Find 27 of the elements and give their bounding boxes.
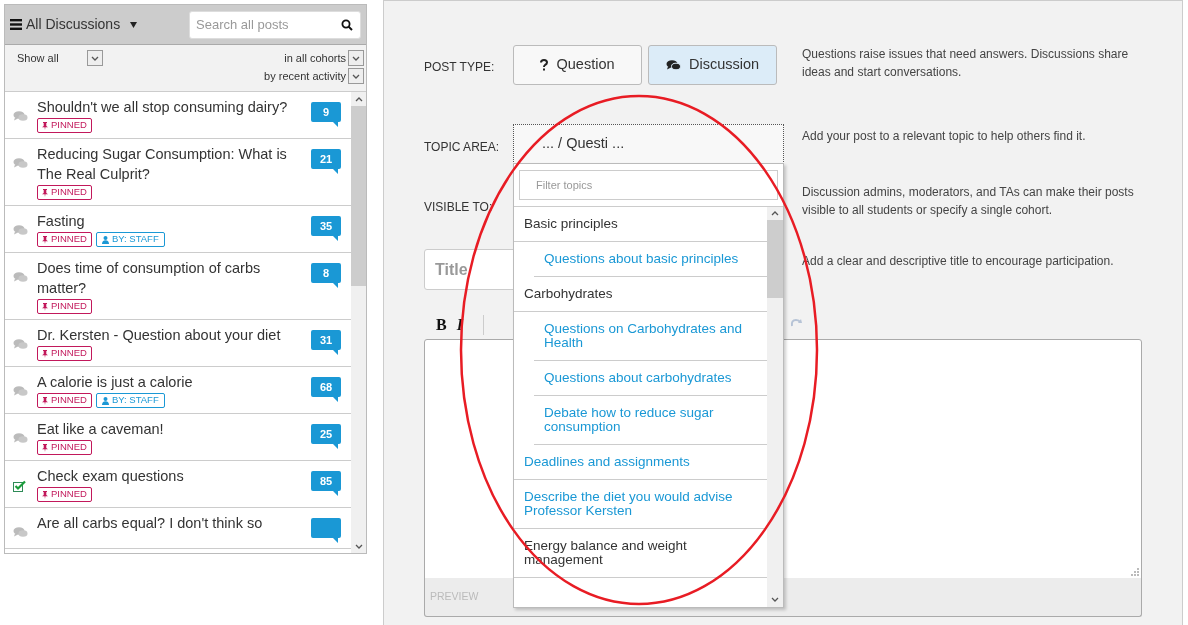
pinned-tag: PINNED	[37, 185, 92, 200]
comment-count-badge: 8	[311, 263, 341, 288]
filter-label: by recent activity	[264, 69, 346, 84]
help-text: Questions raise issues that need answers. Discussions share ideas and start conversations.	[802, 46, 1130, 81]
pinned-tag: PINNED	[37, 299, 92, 314]
pinned-tag: PINNED	[37, 440, 92, 455]
filter-label: Show all	[17, 51, 59, 66]
comment-count-badge: 9	[311, 102, 341, 127]
pinned-tag: PINNED	[37, 232, 92, 247]
pinned-tag: PINNED	[37, 487, 92, 502]
pinned-tag: PINNED	[37, 393, 92, 408]
comment-count-badge: 68	[311, 377, 341, 402]
help-text: Discussion admins, moderators, and TAs can make their posts visible to all students or specify a single cohort.	[802, 184, 1135, 219]
comment-count-badge: 31	[311, 330, 341, 355]
field-label: POST TYPE:	[424, 59, 495, 76]
field-label: VISIBLE TO:	[424, 199, 493, 216]
field-label: TOPIC AREA:	[424, 139, 500, 156]
comment-count-badge: 35	[311, 216, 341, 241]
help-text: Add your post to a relevant topic to help others find it.	[802, 128, 1087, 145]
comment-count-badge: 85	[311, 471, 341, 496]
pinned-tag: PINNED	[37, 346, 92, 361]
staff-tag: BY: STAFF	[95, 232, 165, 247]
comment-count-badge: 25	[311, 424, 341, 449]
staff-tag: BY: STAFF	[95, 393, 165, 408]
pinned-tag: PINNED	[37, 118, 92, 133]
comment-count-badge: 21	[311, 149, 341, 174]
filter-label: in all cohorts	[284, 51, 346, 66]
